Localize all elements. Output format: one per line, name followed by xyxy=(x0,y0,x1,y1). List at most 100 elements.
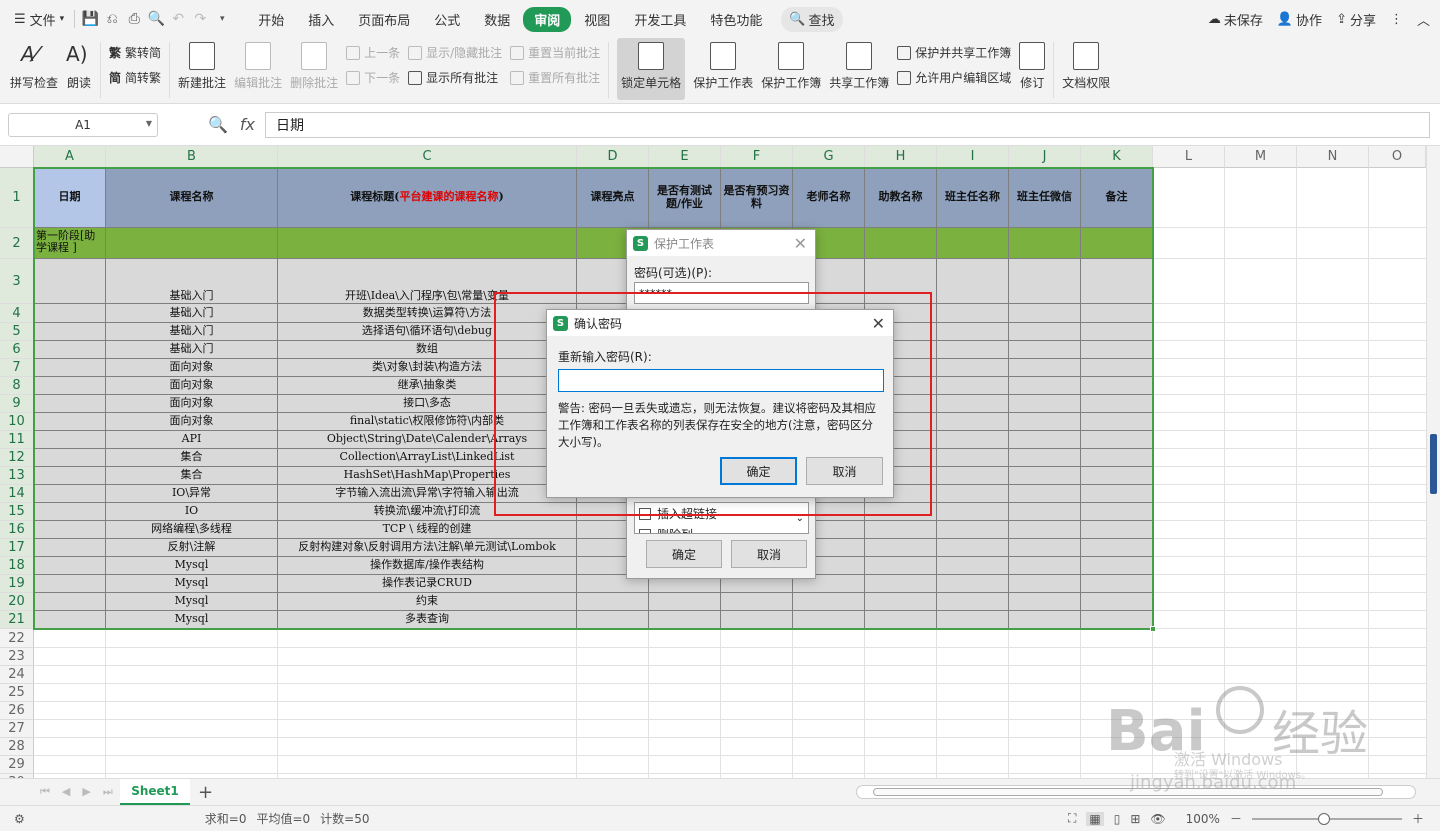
column-header-i[interactable]: I xyxy=(937,146,1009,168)
course-name-cell[interactable]: Mysql xyxy=(106,611,278,629)
date-cell[interactable] xyxy=(34,323,106,341)
row-header-4[interactable]: 4 xyxy=(0,304,34,323)
date-cell[interactable] xyxy=(34,359,106,377)
header-date[interactable]: 日期 xyxy=(34,168,106,228)
data-cell[interactable] xyxy=(937,467,1009,485)
course-name-cell[interactable]: 网络编程\多线程 xyxy=(106,521,278,539)
course-title-cell[interactable]: 继承\抽象类 xyxy=(278,377,577,395)
course-name-cell[interactable]: 基础入门 xyxy=(106,341,278,359)
data-cell[interactable] xyxy=(937,341,1009,359)
data-cell[interactable] xyxy=(865,557,937,575)
data-cell[interactable] xyxy=(1009,503,1081,521)
row-header-18[interactable]: 18 xyxy=(0,557,34,575)
date-cell[interactable] xyxy=(34,575,106,593)
first-sheet-icon[interactable]: ⏮ xyxy=(40,785,50,799)
data-cell[interactable] xyxy=(577,593,649,611)
data-cell[interactable] xyxy=(721,593,793,611)
row-header-7[interactable]: 7 xyxy=(0,359,34,377)
allow-edit-ranges-button[interactable]: 允许用户编辑区域 xyxy=(897,69,1011,86)
date-cell[interactable] xyxy=(34,449,106,467)
course-name-cell[interactable]: 面向对象 xyxy=(106,377,278,395)
vertical-scrollbar[interactable] xyxy=(1426,146,1440,778)
data-cell[interactable] xyxy=(1009,557,1081,575)
simp-to-trad-button[interactable]: 简简转繁 xyxy=(109,69,161,86)
data-cell[interactable] xyxy=(937,611,1009,629)
data-cell[interactable] xyxy=(865,521,937,539)
course-title-cell[interactable]: HashSet\HashMap\Properties xyxy=(278,467,577,485)
data-cell[interactable] xyxy=(1081,539,1153,557)
macro-icon[interactable]: ⚙ xyxy=(14,812,25,826)
new-comment-button[interactable]: 新建批注 xyxy=(178,38,226,100)
row-header-2[interactable]: 2 xyxy=(0,228,34,259)
column-header-k[interactable]: K xyxy=(1081,146,1153,168)
date-cell[interactable] xyxy=(34,377,106,395)
eye-protection-icon[interactable]: 👁 xyxy=(1150,812,1165,826)
column-header-e[interactable]: E xyxy=(649,146,721,168)
header-course-title[interactable]: 课程标题(平台建课的课程名称) xyxy=(278,168,577,228)
undo-icon[interactable]: ↶ xyxy=(167,8,189,30)
zoom-level[interactable]: 100% xyxy=(1186,812,1220,826)
header-notes[interactable]: 备注 xyxy=(1081,168,1153,228)
reenter-password-input[interactable] xyxy=(558,369,884,392)
redo-icon[interactable]: ↷ xyxy=(189,8,211,30)
date-cell[interactable] xyxy=(34,431,106,449)
zoom-icon[interactable]: 🔍 xyxy=(208,115,228,134)
header-has-test[interactable]: 是否有测试题/作业 xyxy=(649,168,721,228)
permissions-list[interactable]: 插入超链接 删除列 ⌄ xyxy=(634,502,809,534)
date-cell[interactable] xyxy=(34,557,106,575)
date-cell[interactable] xyxy=(34,611,106,629)
data-cell[interactable] xyxy=(1081,304,1153,323)
data-cell[interactable] xyxy=(865,575,937,593)
course-title-cell[interactable]: 类\对象\封装\构造方法 xyxy=(278,359,577,377)
date-cell[interactable] xyxy=(34,259,106,304)
row-header-3[interactable]: 3 xyxy=(0,259,34,304)
data-cell[interactable] xyxy=(577,611,649,629)
last-sheet-icon[interactable]: ⏭ xyxy=(103,785,113,799)
date-cell[interactable] xyxy=(34,304,106,323)
header-class-teacher[interactable]: 班主任名称 xyxy=(937,168,1009,228)
prev-comment-button[interactable]: 上一条 xyxy=(346,44,400,61)
course-title-cell[interactable]: 操作表记录CRUD xyxy=(278,575,577,593)
print-preview-icon[interactable]: 🔍 xyxy=(145,8,167,30)
zoom-in-icon[interactable]: ＋ xyxy=(1412,810,1424,827)
data-cell[interactable] xyxy=(1081,575,1153,593)
data-cell[interactable] xyxy=(1081,467,1153,485)
option-delete-col[interactable]: 删除列 xyxy=(635,524,808,533)
course-name-cell[interactable]: Mysql xyxy=(106,557,278,575)
protect-and-share-workbook-button[interactable]: 保护并共享工作簿 xyxy=(897,44,1011,61)
data-cell[interactable] xyxy=(937,557,1009,575)
course-name-cell[interactable]: 面向对象 xyxy=(106,413,278,431)
reset-current-comment-button[interactable]: 重置当前批注 xyxy=(510,44,600,61)
course-name-cell[interactable]: 基础入门 xyxy=(106,323,278,341)
column-header-b[interactable]: B xyxy=(106,146,278,168)
doc-permissions-button[interactable]: 文档权限 xyxy=(1062,38,1110,100)
course-title-cell[interactable]: 转换流\缓冲流\打印流 xyxy=(278,503,577,521)
reset-all-comments-button[interactable]: 重置所有批注 xyxy=(510,69,600,86)
data-cell[interactable] xyxy=(937,259,1009,304)
data-cell[interactable] xyxy=(865,539,937,557)
column-header-n[interactable]: N xyxy=(1297,146,1369,168)
protect-ok-button[interactable]: 确定 xyxy=(646,540,722,568)
normal-view-icon[interactable]: ▦ xyxy=(1086,811,1104,826)
zoom-slider-thumb[interactable] xyxy=(1317,812,1330,825)
column-header-d[interactable]: D xyxy=(577,146,649,168)
data-cell[interactable] xyxy=(937,575,1009,593)
read-aloud-button[interactable]: A) 朗读 xyxy=(66,38,92,100)
select-all-corner[interactable] xyxy=(0,146,34,168)
header-teacher[interactable]: 老师名称 xyxy=(793,168,865,228)
data-cell[interactable] xyxy=(937,377,1009,395)
tab-home[interactable]: 开始 xyxy=(247,7,295,32)
data-cell[interactable] xyxy=(1081,521,1153,539)
row-header-19[interactable]: 19 xyxy=(0,575,34,593)
tab-page-layout[interactable]: 页面布局 xyxy=(347,7,421,32)
data-cell[interactable] xyxy=(937,431,1009,449)
row-header-26[interactable]: 26 xyxy=(0,702,34,720)
show-hide-comment-button[interactable]: 显示/隐藏批注 xyxy=(408,44,502,61)
stage-row-cell[interactable] xyxy=(278,228,577,259)
course-title-cell[interactable]: 约束 xyxy=(278,593,577,611)
row-header-10[interactable]: 10 xyxy=(0,413,34,431)
fullscreen-icon[interactable]: ⛶ xyxy=(1068,811,1076,826)
column-header-f[interactable]: F xyxy=(721,146,793,168)
row-header-12[interactable]: 12 xyxy=(0,449,34,467)
checkbox[interactable] xyxy=(639,528,651,533)
